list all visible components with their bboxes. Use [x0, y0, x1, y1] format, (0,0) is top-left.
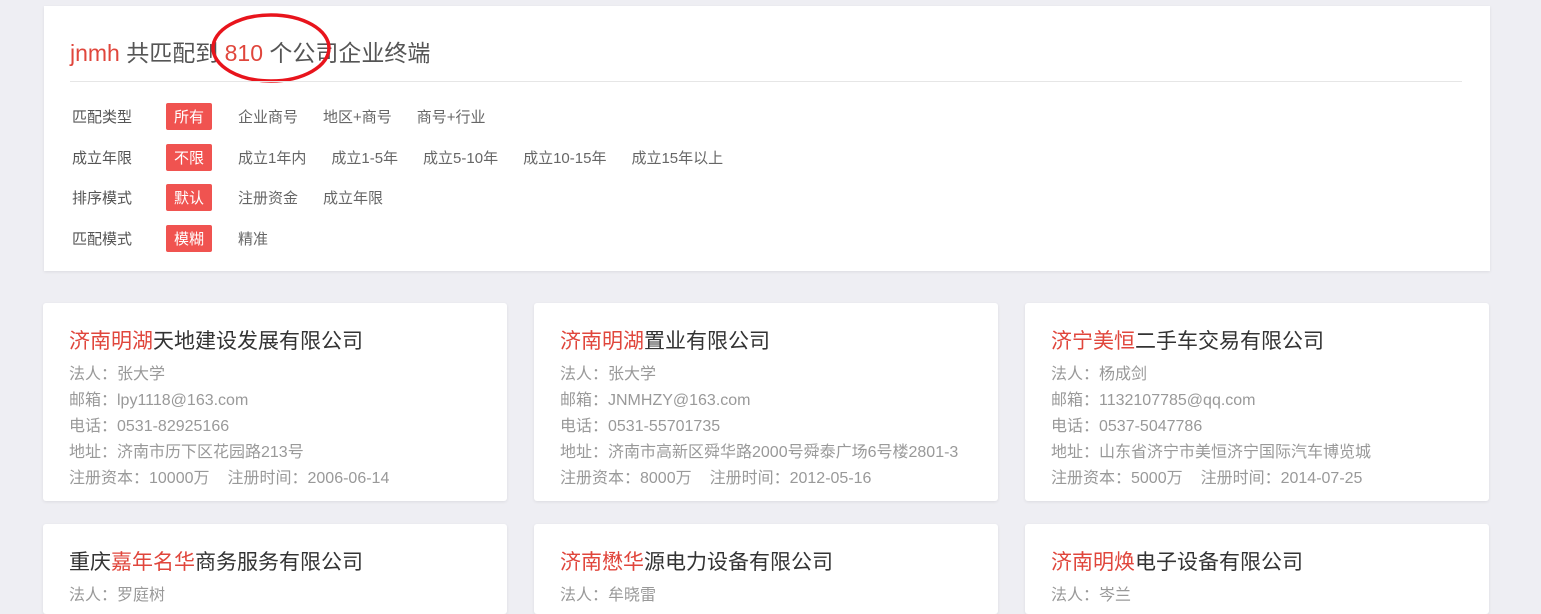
- company-card[interactable]: 重庆嘉年名华商务服务有限公司 法人：罗庭树: [43, 524, 507, 614]
- filter-row-match-mode: 匹配模式 模糊 精准: [72, 224, 293, 252]
- filter-row-established: 成立年限 不限 成立1年内 成立1-5年 成立5-10年 成立10-15年 成立…: [72, 143, 748, 171]
- divider: [70, 81, 1462, 82]
- name-highlight: 济南明湖: [69, 330, 153, 353]
- filter-option-trade-name-industry[interactable]: 商号+行业: [417, 106, 486, 127]
- address: 地址：济南市高新区舜华路2000号舜泰广场6号楼2801-3: [560, 444, 959, 461]
- name-highlight: 嘉年名华: [111, 551, 195, 574]
- filter-option-1-5-years[interactable]: 成立1-5年: [331, 147, 398, 168]
- company-card[interactable]: 济南明湖置业有限公司 法人：张大学 邮箱：JNMHZY@163.com 电话：0…: [534, 303, 998, 501]
- filter-option-unlimited[interactable]: 不限: [166, 143, 213, 171]
- summary-keyword: jnmh: [70, 40, 120, 66]
- filter-option-within-1-year[interactable]: 成立1年内: [238, 147, 306, 168]
- company-name[interactable]: 济南懋华源电力设备有限公司: [560, 546, 833, 576]
- phone: 电话：0537-5047786: [1051, 418, 1203, 435]
- capital-date: 注册资本：8000万 注册时间：2012-05-16: [560, 464, 871, 488]
- filter-option-trade-name[interactable]: 企业商号: [238, 106, 298, 127]
- registration-date: 注册时间：2006-06-14: [227, 470, 390, 487]
- filter-label: 成立年限: [72, 149, 133, 167]
- registered-capital: 注册资本：8000万: [560, 470, 692, 487]
- legal-person: 法人：张大学: [560, 366, 657, 383]
- name-highlight: 济南懋华: [560, 551, 644, 574]
- summary-suffix: 个公司企业终端: [263, 40, 431, 66]
- address: 地址：济南市历下区花园路213号: [69, 444, 304, 461]
- filter-row-match-type: 匹配类型 所有 企业商号 地区+商号 商号+行业: [72, 102, 511, 130]
- legal-person: 法人：罗庭树: [69, 587, 166, 604]
- registration-date: 注册时间：2014-07-25: [1200, 470, 1363, 487]
- capital-date: 注册资本：5000万 注册时间：2014-07-25: [1051, 464, 1362, 488]
- address: 地址：山东省济宁市美恒济宁国际汽车博览城: [1051, 444, 1372, 461]
- company-card[interactable]: 济南明焕电子设备有限公司 法人：岑兰: [1025, 524, 1489, 614]
- filter-label: 匹配模式: [72, 230, 133, 248]
- filter-option-10-15-years[interactable]: 成立10-15年: [523, 147, 606, 168]
- name-suffix: 商务服务有限公司: [195, 551, 363, 574]
- company-name[interactable]: 重庆嘉年名华商务服务有限公司: [69, 546, 363, 576]
- company-name[interactable]: 济南明湖置业有限公司: [560, 325, 770, 355]
- email: 邮箱：JNMHZY@163.com: [560, 392, 751, 409]
- filter-label: 排序模式: [72, 189, 133, 207]
- legal-person: 法人：岑兰: [1051, 587, 1132, 604]
- name-suffix: 天地建设发展有限公司: [153, 330, 363, 353]
- filter-option-region-trade-name[interactable]: 地区+商号: [323, 106, 392, 127]
- name-highlight: 济南明焕: [1051, 551, 1135, 574]
- sort-option-capital[interactable]: 注册资金: [238, 187, 298, 208]
- filter-option-all[interactable]: 所有: [166, 102, 213, 130]
- phone: 电话：0531-55701735: [560, 418, 721, 435]
- company-card[interactable]: 济南懋华源电力设备有限公司 法人：牟晓雷: [534, 524, 998, 614]
- company-name[interactable]: 济南明湖天地建设发展有限公司: [69, 325, 363, 355]
- sort-option-default[interactable]: 默认: [166, 183, 213, 211]
- filter-row-sort: 排序模式 默认 注册资金 成立年限: [72, 183, 408, 211]
- name-suffix: 置业有限公司: [644, 330, 770, 353]
- filter-label: 匹配类型: [72, 108, 133, 126]
- registered-capital: 注册资本：10000万: [69, 470, 210, 487]
- filter-option-over-15-years[interactable]: 成立15年以上: [631, 147, 723, 168]
- name-suffix: 源电力设备有限公司: [644, 551, 833, 574]
- name-suffix: 电子设备有限公司: [1135, 551, 1303, 574]
- name-highlight: 济宁美恒: [1051, 330, 1135, 353]
- registered-capital: 注册资本：5000万: [1051, 470, 1183, 487]
- legal-person: 法人：张大学: [69, 366, 166, 383]
- company-card[interactable]: 济南明湖天地建设发展有限公司 法人：张大学 邮箱：lpy1118@163.com…: [43, 303, 507, 501]
- company-name[interactable]: 济南明焕电子设备有限公司: [1051, 546, 1303, 576]
- legal-person: 法人：杨成剑: [1051, 366, 1148, 383]
- name-prefix: 重庆: [69, 551, 111, 574]
- legal-person: 法人：牟晓雷: [560, 587, 657, 604]
- name-suffix: 二手车交易有限公司: [1135, 330, 1324, 353]
- match-option-exact[interactable]: 精准: [238, 228, 268, 249]
- name-highlight: 济南明湖: [560, 330, 644, 353]
- match-option-fuzzy[interactable]: 模糊: [166, 224, 213, 252]
- summary-prefix: 共匹配到: [119, 40, 225, 66]
- company-name[interactable]: 济宁美恒二手车交易有限公司: [1051, 325, 1324, 355]
- registration-date: 注册时间：2012-05-16: [709, 470, 872, 487]
- capital-date: 注册资本：10000万 注册时间：2006-06-14: [69, 464, 389, 488]
- company-card[interactable]: 济宁美恒二手车交易有限公司 法人：杨成剑 邮箱：1132107785@qq.co…: [1025, 303, 1489, 501]
- email: 邮箱：1132107785@qq.com: [1051, 392, 1256, 409]
- email: 邮箱：lpy1118@163.com: [69, 392, 249, 409]
- filter-panel: jnmh 共匹配到 810 个公司企业终端 匹配类型 所有 企业商号 地区+商号…: [44, 6, 1490, 271]
- phone: 电话：0531-82925166: [69, 418, 230, 435]
- filter-option-5-10-years[interactable]: 成立5-10年: [423, 147, 498, 168]
- sort-option-age[interactable]: 成立年限: [323, 187, 383, 208]
- result-summary: jnmh 共匹配到 810 个公司企业终端: [70, 34, 430, 68]
- summary-count: 810: [224, 40, 264, 66]
